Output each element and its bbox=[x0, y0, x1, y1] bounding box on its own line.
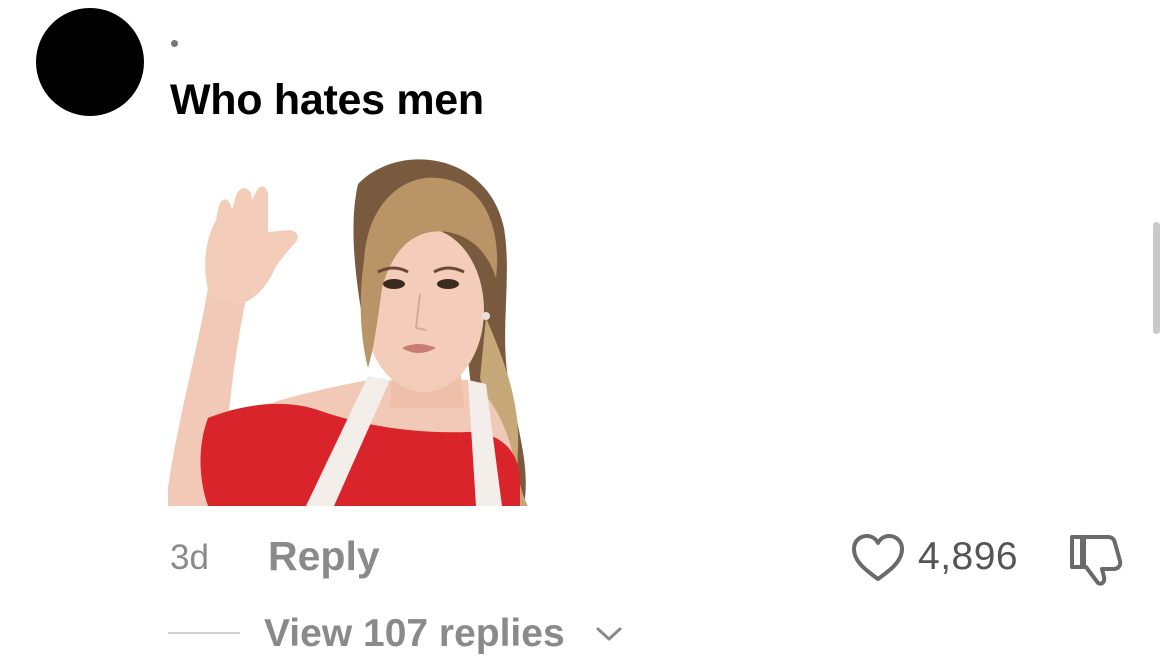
comment-text: Who hates men bbox=[170, 76, 484, 124]
replies-divider bbox=[168, 632, 240, 634]
like-count: 4,896 bbox=[918, 535, 1019, 578]
scrollbar[interactable] bbox=[1153, 222, 1160, 334]
heart-icon[interactable] bbox=[851, 533, 905, 583]
chevron-down-icon[interactable] bbox=[594, 624, 624, 644]
sticker-image bbox=[168, 159, 528, 506]
comment-timestamp: 3d bbox=[170, 538, 209, 577]
username-dot bbox=[171, 40, 178, 47]
view-replies-button[interactable]: View 107 replies bbox=[264, 612, 565, 656]
avatar[interactable] bbox=[36, 8, 144, 116]
reply-button[interactable]: Reply bbox=[268, 533, 380, 580]
thumbs-down-icon[interactable] bbox=[1068, 531, 1124, 587]
